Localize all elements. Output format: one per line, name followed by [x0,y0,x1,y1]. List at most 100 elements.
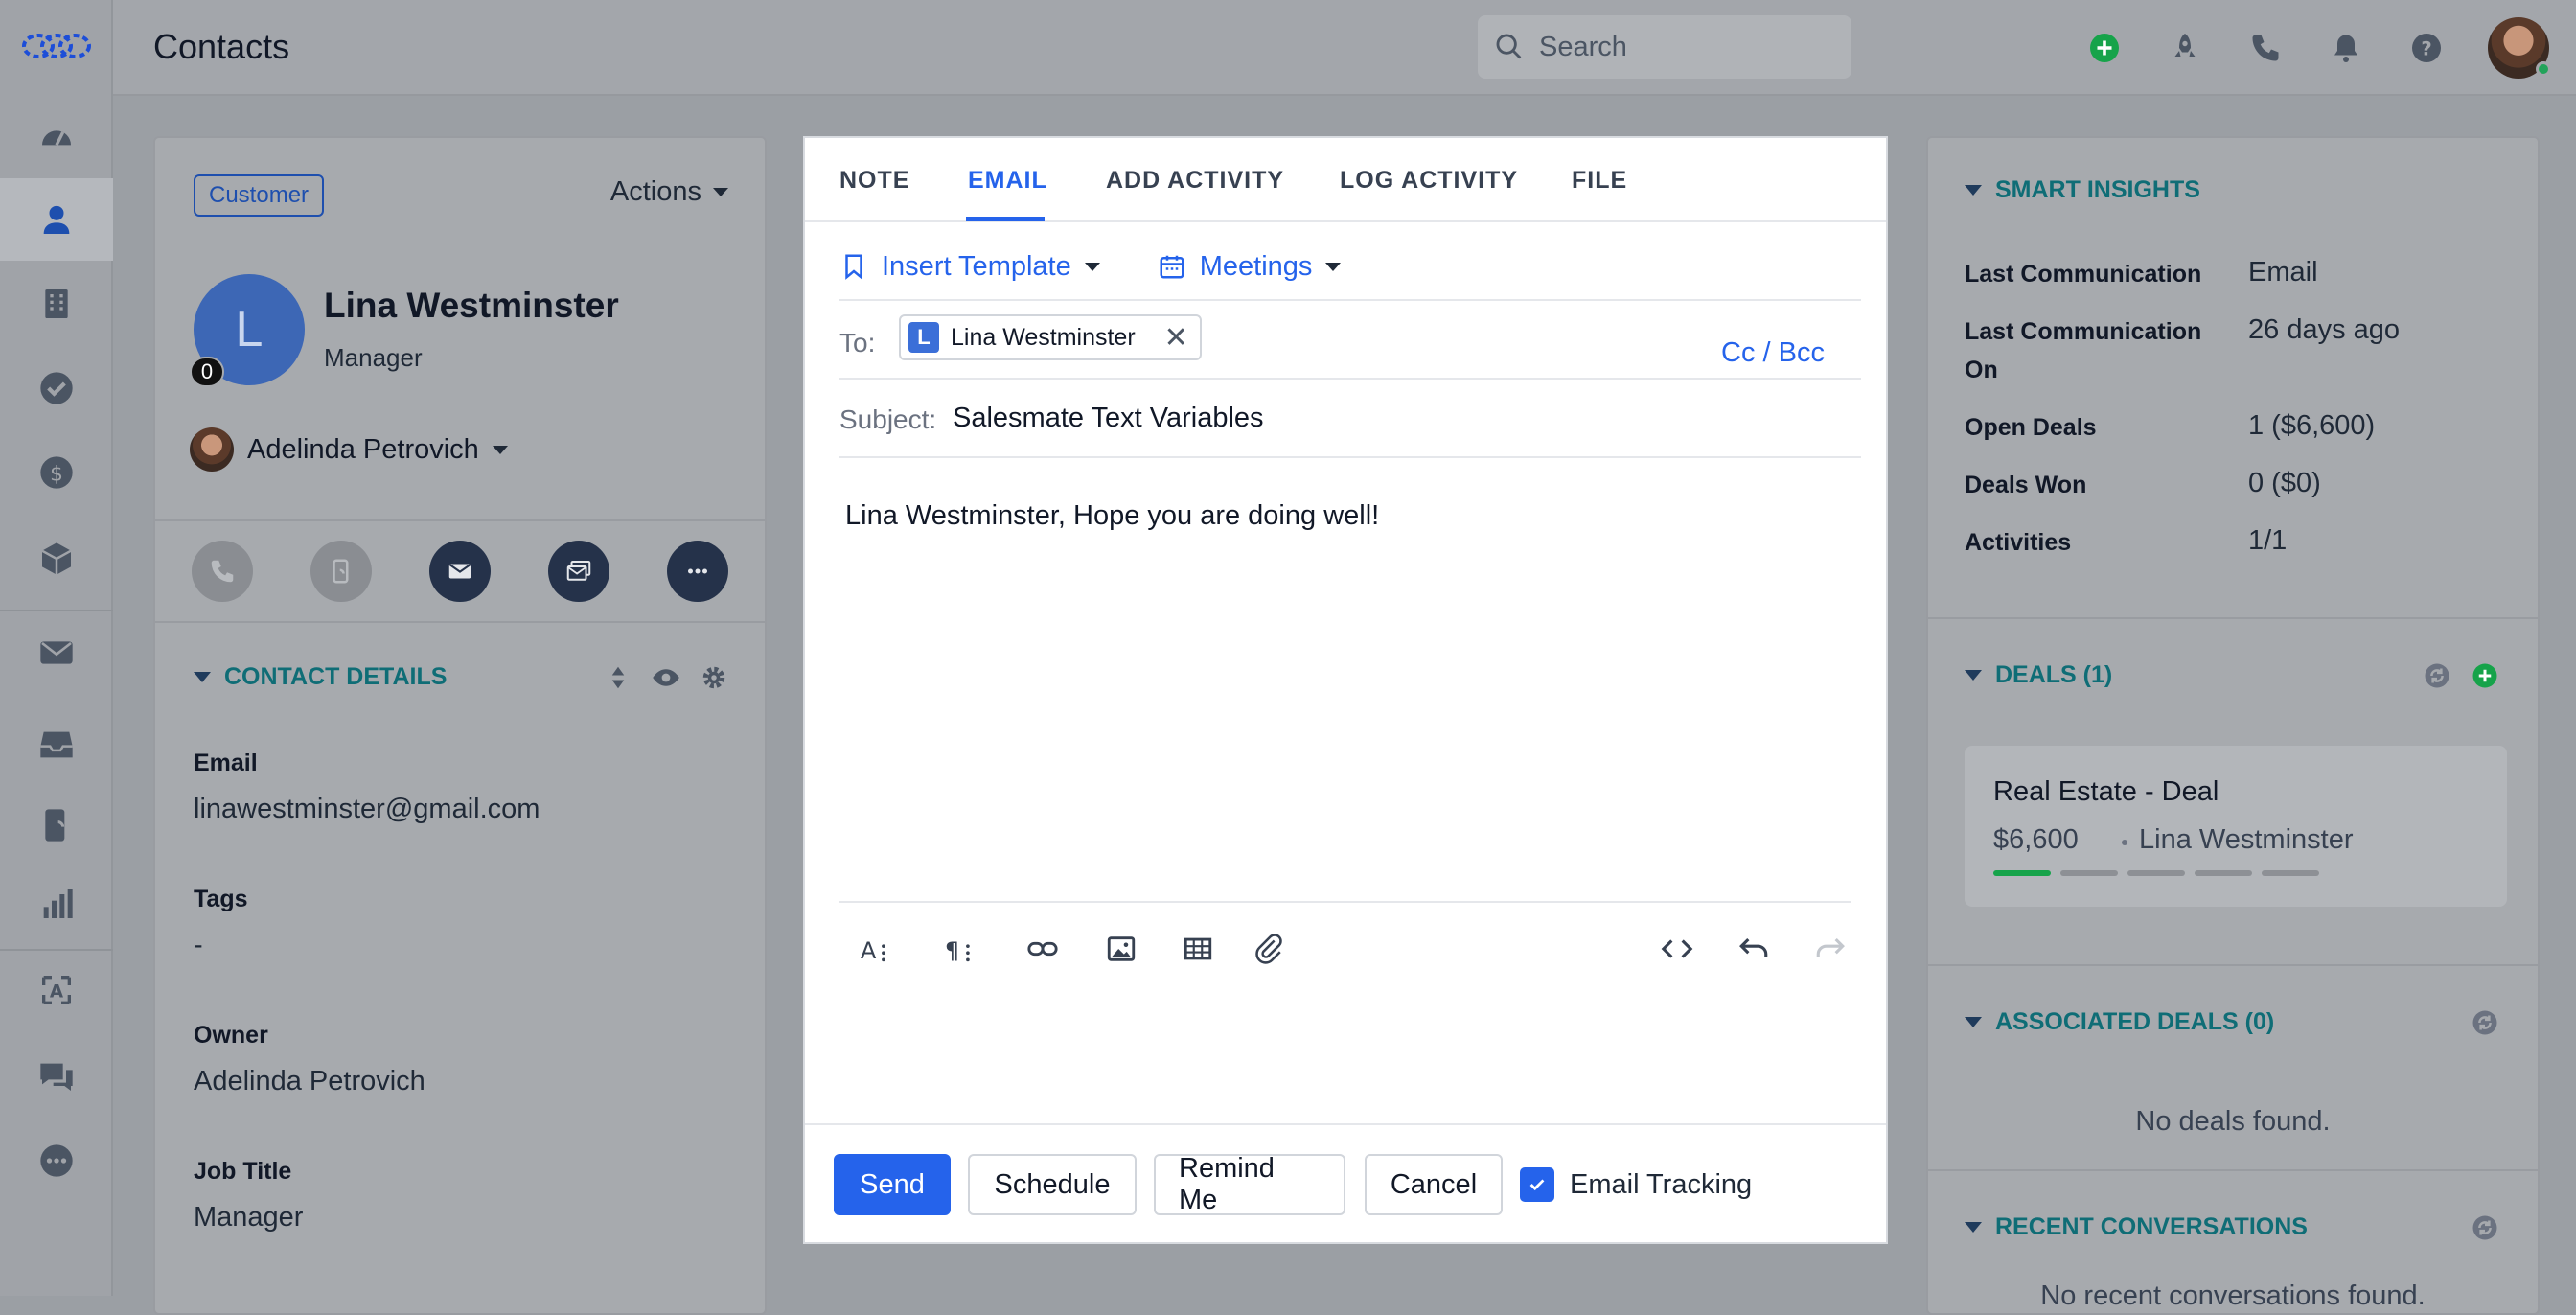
sequence-button[interactable] [548,541,610,602]
more-horizontal-icon [40,1144,73,1177]
nav-automation[interactable]: A [0,949,113,1031]
cancel-button[interactable]: Cancel [1365,1154,1503,1215]
contact-details-header[interactable]: CONTACT DETAILS [194,663,447,691]
deals-header[interactable]: DEALS (1) [1965,661,2112,689]
nav-reports[interactable] [0,863,113,945]
field-value-owner[interactable]: Adelinda Petrovich [194,1066,426,1097]
recent-conversations-header[interactable]: RECENT CONVERSATIONS [1965,1213,2308,1241]
insight-label: Last Communication [1965,261,2202,288]
nav-contacts[interactable] [0,178,113,261]
gear-icon[interactable] [700,663,728,692]
deal-value: $6,600 [1993,824,2079,855]
send-button[interactable]: Send [834,1154,951,1215]
app-logo-icon[interactable] [21,27,92,65]
calendar-icon [1160,255,1184,279]
deal-card[interactable]: Real Estate - Deal $6,600 Lina Westminst… [1965,746,2507,907]
collapse-triangle-icon [1965,1017,1982,1027]
paperclip-icon [1255,934,1282,964]
tab-file[interactable]: FILE [1572,167,1627,195]
deal-name[interactable]: Real Estate - Deal [1993,776,2219,808]
remind-me-button[interactable]: Remind Me [1154,1153,1346,1215]
tab-note[interactable]: NOTE [840,167,909,195]
actions-dropdown[interactable]: Actions [610,176,728,208]
to-field[interactable]: To: L Lina Westminster ✕ Cc / Bcc [840,303,1861,380]
nav-dashboard[interactable] [0,96,113,178]
email-button[interactable] [429,541,491,602]
insert-link-button[interactable] [1024,930,1062,968]
insert-table-button[interactable] [1179,930,1217,968]
meetings-dropdown[interactable]: Meetings [1158,251,1342,283]
subject-value[interactable]: Salesmate Text Variables [953,403,1264,434]
more-actions-button[interactable] [667,541,728,602]
mail-icon [448,564,472,579]
nav-messages[interactable] [0,1035,113,1118]
field-value-email[interactable]: linawestminster@gmail.com [194,794,540,825]
call-button[interactable] [192,541,253,602]
nav-inbox[interactable] [0,704,113,786]
tab-log-activity[interactable]: LOG ACTIVITY [1340,167,1518,195]
nav-email[interactable] [0,611,113,694]
notifications-button[interactable] [2327,29,2365,67]
phone-button[interactable] [2246,29,2285,67]
subject-field[interactable]: Subject: Salesmate Text Variables [840,381,1861,458]
divider [1928,1169,2538,1171]
search-input[interactable]: Search [1478,15,1852,79]
refresh-icon[interactable] [2471,1213,2499,1242]
schedule-button[interactable]: Schedule [968,1154,1137,1215]
nav-products[interactable] [0,518,113,600]
phone-book-button[interactable] [310,541,372,602]
sort-icon[interactable] [604,663,632,692]
phone-book-icon [45,809,65,842]
owner-avatar [190,427,234,472]
font-size-button[interactable]: A [855,930,893,968]
quick-add-button[interactable] [2085,29,2124,67]
format-toolbar-divider [840,901,1852,903]
checkbox-checked-icon[interactable] [1520,1167,1554,1202]
recipient-chip[interactable]: L Lina Westminster ✕ [899,314,1202,360]
svg-text:A: A [861,937,877,964]
tab-add-activity[interactable]: ADD ACTIVITY [1106,167,1284,195]
tab-email[interactable]: EMAIL [968,167,1047,195]
attach-file-button[interactable] [1250,930,1288,968]
close-icon[interactable]: ✕ [1164,321,1188,355]
collapse-triangle-icon [194,672,211,682]
insert-image-button[interactable] [1102,930,1140,968]
nav-activities[interactable] [0,347,113,429]
nav-phone-book[interactable] [0,784,113,866]
undo-button[interactable] [1735,930,1773,968]
nav-more[interactable] [0,1119,113,1202]
deal-contact[interactable]: Lina Westminster [2139,824,2354,856]
deal-stage-segment [2262,870,2319,876]
redo-button[interactable] [1811,930,1850,968]
refresh-icon[interactable] [2471,1008,2499,1037]
nav-deals[interactable]: $ [0,431,113,514]
owner-selector[interactable]: Adelinda Petrovich [190,427,508,472]
smart-insights-header[interactable]: SMART INSIGHTS [1965,176,2200,204]
launch-button[interactable] [2166,29,2204,67]
insert-template-dropdown[interactable]: Insert Template [840,251,1100,283]
field-value-job-title[interactable]: Manager [194,1202,303,1234]
associated-deals-header[interactable]: ASSOCIATED DEALS (0) [1965,1008,2274,1036]
eye-icon[interactable] [652,663,680,692]
redo-icon [1816,937,1845,957]
nav-companies[interactable] [0,263,113,345]
help-button[interactable]: ? [2407,29,2446,67]
rocket-icon [2174,34,2196,57]
refresh-icon[interactable] [2423,661,2451,690]
svg-text:¶: ¶ [945,937,959,964]
phone-icon [211,560,234,583]
user-avatar[interactable] [2488,17,2551,79]
composer-footer: Send Schedule Remind Me Cancel Email Tra… [805,1123,1886,1244]
caret-down-icon [1084,262,1100,271]
deals-title: DEALS (1) [1995,661,2113,688]
email-composer: NOTE EMAIL ADD ACTIVITY LOG ACTIVITY FIL… [803,136,1888,1244]
plus-circle-icon[interactable] [2471,661,2499,690]
svg-text:A: A [50,982,64,1003]
paragraph-button[interactable]: ¶ [939,930,978,968]
field-value-tags[interactable]: - [194,930,203,961]
cc-bcc-link[interactable]: Cc / Bcc [1721,337,1825,369]
source-code-button[interactable] [1658,930,1696,968]
email-tracking-toggle[interactable]: Email Tracking [1520,1167,1752,1202]
insight-value: Email [2248,257,2318,288]
email-body[interactable]: Lina Westminster, Hope you are doing wel… [845,500,1379,532]
